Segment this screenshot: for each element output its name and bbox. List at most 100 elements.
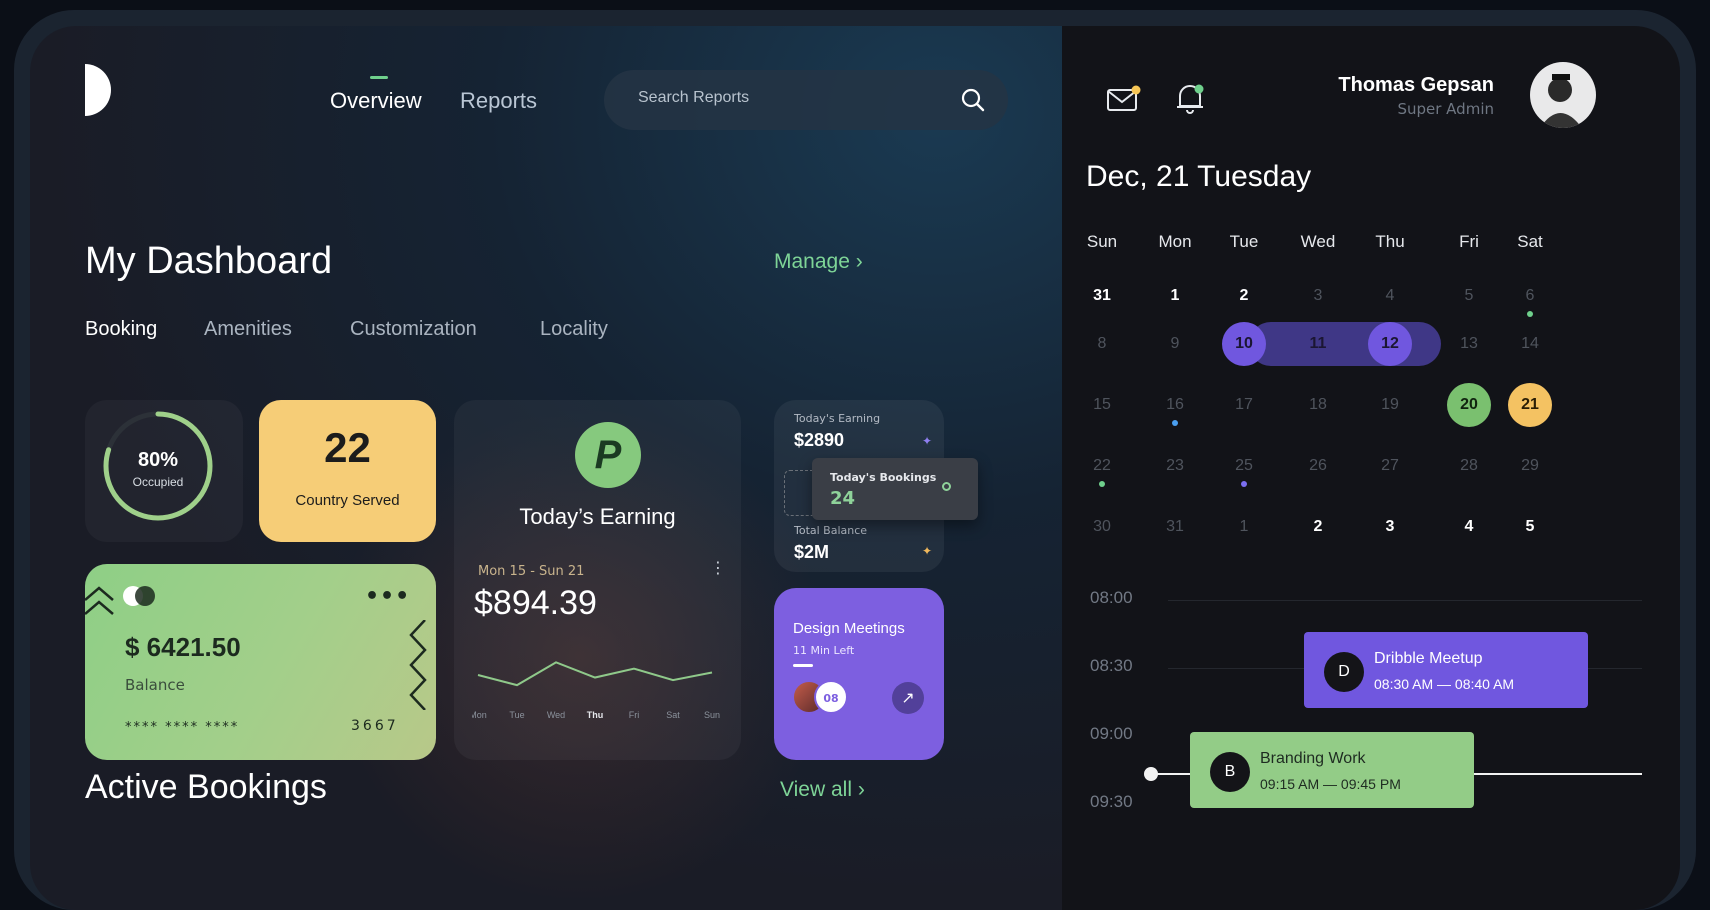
manage-label: Manage: [774, 250, 850, 273]
device-frame: Overview Reports My Dashboard Manage › B…: [14, 10, 1696, 910]
calendar-day[interactable]: 2: [1240, 287, 1249, 305]
event-time: 08:30 AM — 08:40 AM: [1374, 676, 1515, 692]
card-last4: 3667: [351, 718, 399, 734]
calendar-day[interactable]: 16: [1166, 396, 1184, 414]
total-balance-value: $2M: [794, 542, 830, 562]
time-label: 08:00: [1090, 588, 1133, 607]
country-label: Country Served: [295, 492, 400, 509]
search-icon[interactable]: [960, 87, 986, 113]
event-dot: [1099, 481, 1105, 487]
design-meetings-card[interactable]: Design Meetings 11 Min Left 08 ↗: [774, 588, 944, 760]
calendar-day[interactable]: 4: [1386, 287, 1395, 305]
current-time-dot: [1144, 767, 1158, 781]
calendar-day[interactable]: 26: [1309, 457, 1327, 475]
chevron-pattern-icon: [85, 586, 114, 615]
calendar-day[interactable]: 31: [1166, 518, 1184, 536]
calendar-day[interactable]: 31: [1093, 287, 1111, 305]
calendar-day[interactable]: 20: [1460, 396, 1478, 414]
balance-label: Balance: [125, 676, 185, 694]
x-tick-label: Wed: [547, 710, 565, 720]
logo-icon[interactable]: [85, 64, 111, 116]
avatar[interactable]: [1530, 62, 1596, 128]
calendar-day[interactable]: 22: [1093, 457, 1111, 475]
selected-range: [1249, 322, 1441, 366]
calendar-day[interactable]: 10: [1235, 335, 1253, 353]
earning-line-chart: Mon Tue Wed Thu Fri Sat Sun: [472, 661, 720, 720]
calendar-day[interactable]: 17: [1235, 396, 1253, 414]
calendar-day[interactable]: 12: [1381, 335, 1399, 353]
time-label: 09:30: [1090, 792, 1133, 811]
calendar-day[interactable]: 6: [1526, 287, 1535, 305]
user-photo: [1540, 74, 1582, 128]
calendar-day[interactable]: 1: [1171, 287, 1180, 305]
calendar-day[interactable]: 4: [1465, 518, 1474, 536]
weekday-label: Sat: [1517, 232, 1543, 251]
weekday-label: Wed: [1300, 232, 1336, 251]
occupancy-card[interactable]: 80% Occupied: [85, 400, 243, 542]
calendar-day[interactable]: 3: [1386, 518, 1395, 536]
view-all-link[interactable]: View all ›: [780, 778, 865, 802]
calendar-day[interactable]: 28: [1460, 457, 1478, 475]
earning-card[interactable]: P Today’s Earning Mon 15 - Sun 21 ⋮ $894…: [454, 400, 741, 760]
meeting-time-left: 11 Min Left: [793, 644, 855, 657]
mail-icon[interactable]: [1106, 84, 1142, 114]
calendar-day[interactable]: 8: [1098, 335, 1107, 353]
calendar-day[interactable]: 27: [1381, 457, 1399, 475]
paypal-icon: P: [575, 422, 641, 488]
calendar-day[interactable]: 18: [1309, 396, 1327, 414]
earning-series-line: [477, 661, 713, 687]
weekday-label: Thu: [1375, 232, 1405, 251]
event-name: Branding Work: [1260, 750, 1366, 767]
tab-customization[interactable]: Customization: [350, 318, 477, 341]
calendar-day[interactable]: 15: [1093, 396, 1111, 414]
calendar-day[interactable]: 1: [1240, 518, 1249, 536]
nav-overview[interactable]: Overview: [330, 76, 422, 114]
occupancy-ring: 80% Occupied: [103, 411, 213, 521]
calendar-day[interactable]: 3: [1314, 287, 1323, 305]
earning-title: Today’s Earning: [519, 504, 676, 529]
calendar-day[interactable]: 25: [1235, 457, 1253, 475]
arrow-up-right-icon[interactable]: ↗: [892, 682, 924, 714]
card-menu-icon[interactable]: •••: [365, 584, 410, 609]
calendar-day[interactable]: 19: [1381, 396, 1399, 414]
kebab-menu-icon[interactable]: ⋮: [710, 558, 726, 577]
calendar-day[interactable]: 9: [1171, 335, 1180, 353]
event-dribble-meetup[interactable]: D Dribble Meetup 08:30 AM — 08:40 AM: [1304, 632, 1588, 708]
bookings-label: Today's Bookings: [830, 471, 937, 484]
attendee-count: 08: [814, 680, 848, 714]
chevron-right-icon: ›: [857, 778, 865, 801]
time-label: 08:30: [1090, 656, 1133, 675]
event-branding-work[interactable]: B Branding Work 09:15 AM — 09:45 PM: [1190, 732, 1474, 808]
balance-card[interactable]: ••• $ 6421.50 Balance **** **** **** 366…: [85, 564, 436, 760]
calendar-day[interactable]: 23: [1166, 457, 1184, 475]
weekday-label: Sun: [1086, 232, 1118, 251]
bookings-value: 24: [830, 488, 856, 509]
calendar-day[interactable]: 2: [1314, 518, 1323, 536]
tab-amenities[interactable]: Amenities: [204, 318, 292, 341]
calendar-day[interactable]: 13: [1460, 335, 1478, 353]
today-earning-label: Today's Earning: [794, 412, 881, 425]
calendar-day[interactable]: 21: [1521, 396, 1539, 414]
calendar-day[interactable]: 5: [1526, 518, 1535, 536]
tab-locality[interactable]: Locality: [540, 318, 608, 341]
weekday-label: Tue: [1229, 232, 1259, 251]
event-badge: D: [1324, 652, 1364, 692]
x-tick-label: Fri: [629, 710, 640, 720]
tab-booking[interactable]: Booking: [85, 318, 157, 341]
event-dot: [1172, 420, 1178, 426]
country-card[interactable]: 22 Country Served: [259, 400, 436, 542]
weekday-label: Mon: [1158, 232, 1192, 251]
bell-icon[interactable]: [1174, 80, 1206, 116]
search-input[interactable]: [638, 89, 938, 107]
calendar-day[interactable]: 5: [1465, 287, 1474, 305]
dashboard-screen: Overview Reports My Dashboard Manage › B…: [30, 26, 1680, 910]
card-brand-icon: [123, 586, 155, 606]
calendar-day[interactable]: 14: [1521, 335, 1539, 353]
bookings-drag-card[interactable]: Today's Bookings 24: [812, 458, 978, 520]
calendar-day[interactable]: 29: [1521, 457, 1539, 475]
calendar-day[interactable]: 11: [1310, 335, 1327, 353]
nav-reports[interactable]: Reports: [460, 88, 537, 114]
calendar-day[interactable]: 30: [1093, 518, 1111, 536]
x-tick-label: Thu: [587, 710, 604, 720]
manage-link[interactable]: Manage ›: [774, 250, 863, 274]
